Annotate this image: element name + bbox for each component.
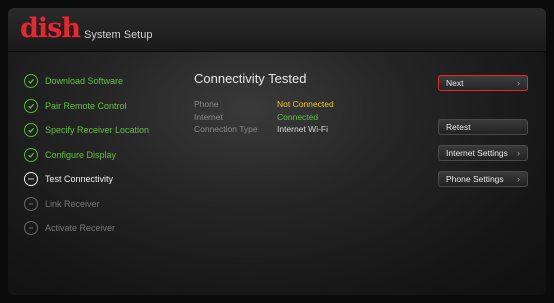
check-circle-icon	[24, 98, 38, 113]
next-button-label: Next	[446, 78, 464, 88]
step-label: Pair Remote Control	[45, 100, 127, 111]
tv-screen: dish System Setup Download Software Pair…	[8, 8, 546, 295]
setup-steps-list: Download Software Pair Remote Control Sp…	[24, 69, 184, 241]
step-label: Link Receiver	[45, 198, 100, 209]
page-title: Connectivity Tested	[194, 71, 307, 86]
step-specify-receiver-location: Specify Receiver Location	[24, 118, 184, 143]
check-circle-icon	[24, 123, 38, 138]
dish-logo: dish	[20, 13, 81, 44]
step-pair-remote-control: Pair Remote Control	[24, 94, 184, 119]
step-test-connectivity: Test Connectivity	[24, 167, 184, 192]
status-label: Connection Type	[194, 124, 258, 135]
step-label: Activate Receiver	[45, 223, 116, 234]
status-row-phone: Phone Not Connected	[194, 98, 334, 111]
phone-settings-button-label: Phone Settings	[446, 174, 504, 184]
status-value: Not Connected	[277, 99, 334, 110]
phone-settings-button[interactable]: Phone Settings ›	[438, 171, 528, 187]
header-title: System Setup	[84, 29, 153, 41]
status-label: Phone	[194, 99, 219, 110]
step-configure-display: Configure Display	[24, 143, 184, 168]
status-label: Internet	[194, 111, 223, 122]
step-label: Specify Receiver Location	[45, 125, 150, 136]
pending-circle-icon	[24, 196, 38, 211]
retest-button[interactable]: Retest	[438, 119, 528, 135]
step-activate-receiver: Activate Receiver	[24, 216, 184, 241]
internet-settings-button[interactable]: Internet Settings ›	[438, 145, 528, 161]
internet-settings-button-label: Internet Settings	[446, 148, 508, 158]
check-circle-icon	[24, 147, 38, 162]
connectivity-status-table: Phone Not Connected Internet Connected C…	[194, 98, 334, 136]
status-row-internet: Internet Connected	[194, 111, 334, 124]
check-circle-icon	[24, 74, 38, 89]
status-value: Internet Wi-Fi	[277, 124, 329, 135]
step-download-software: Download Software	[24, 69, 184, 94]
retest-button-label: Retest	[446, 122, 471, 132]
chevron-right-icon: ›	[517, 148, 520, 158]
step-link-receiver: Link Receiver	[24, 192, 184, 217]
status-row-connection-type: Connection Type Internet Wi-Fi	[194, 123, 334, 136]
step-label: Download Software	[45, 76, 124, 87]
step-label: Configure Display	[45, 149, 117, 160]
status-value: Connected	[277, 111, 319, 122]
next-button[interactable]: Next ›	[438, 75, 528, 91]
pending-circle-icon	[24, 221, 38, 236]
in-progress-ellipsis-icon	[24, 172, 38, 187]
header-bar: dish System Setup	[8, 8, 546, 52]
chevron-right-icon: ›	[517, 78, 520, 88]
chevron-right-icon: ›	[517, 174, 520, 184]
step-label: Test Connectivity	[45, 174, 114, 185]
